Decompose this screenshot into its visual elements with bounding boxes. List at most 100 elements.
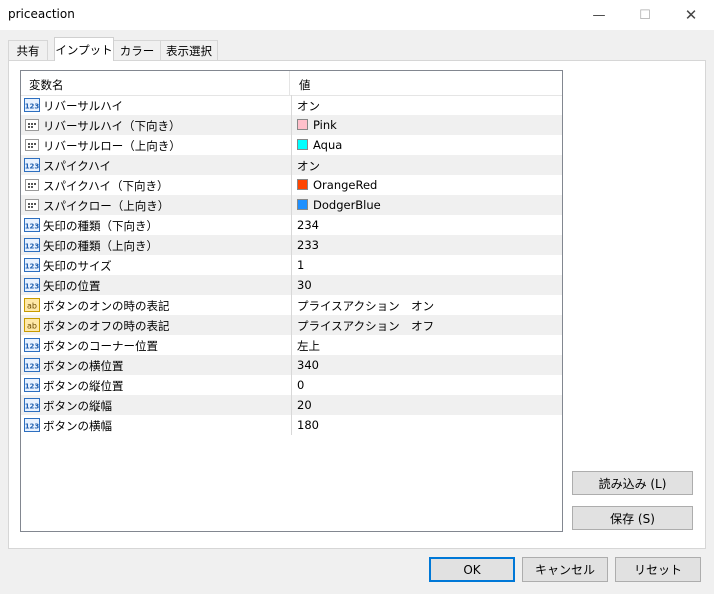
svg-text:123: 123 xyxy=(25,403,40,411)
value-cell[interactable]: DodgerBlue xyxy=(291,195,562,215)
svg-text:123: 123 xyxy=(25,283,40,291)
minimize-icon[interactable]: — xyxy=(576,0,622,30)
tab-inputs[interactable]: インプット xyxy=(54,37,114,61)
svg-text:123: 123 xyxy=(25,243,40,251)
table-row[interactable]: ab ボタンのオンの時の表記 プライスアクション オン xyxy=(21,295,562,315)
table-row[interactable]: スパイクロー（上向き） DodgerBlue xyxy=(21,195,562,215)
variable-name: ボタンのコーナー位置 xyxy=(43,339,158,353)
tab-colors[interactable]: カラー xyxy=(113,40,161,60)
value-cell[interactable]: OrangeRed xyxy=(291,175,562,195)
table-row[interactable]: リバーサルハイ（下向き） Pink xyxy=(21,115,562,135)
value-text: オン xyxy=(297,159,320,173)
save-button[interactable]: 保存 (S) xyxy=(572,506,693,530)
value-text: DodgerBlue xyxy=(313,198,381,212)
value-cell[interactable]: 340 xyxy=(291,355,562,375)
reset-button[interactable]: リセット xyxy=(615,557,701,582)
variable-name: 矢印の種類（下向き） xyxy=(43,219,158,233)
variable-name: リバーサルハイ（下向き） xyxy=(43,119,181,133)
svg-text:123: 123 xyxy=(25,263,40,271)
table-row[interactable]: リバーサルロー（上向き） Aqua xyxy=(21,135,562,155)
svg-text:123: 123 xyxy=(25,383,40,391)
value-text: 233 xyxy=(297,238,319,252)
header-variable-name[interactable]: 変数名 xyxy=(29,77,64,93)
value-cell[interactable]: Pink xyxy=(291,115,562,135)
maximize-icon[interactable]: ☐ xyxy=(622,0,668,30)
variable-name: スパイクハイ xyxy=(43,159,111,173)
svg-text:123: 123 xyxy=(25,163,40,171)
value-cell[interactable]: 1 xyxy=(291,255,562,275)
table-row[interactable]: ab ボタンのオフの時の表記 プライスアクション オフ xyxy=(21,315,562,335)
value-text: 234 xyxy=(297,218,319,232)
variable-name: 矢印の種類（上向き） xyxy=(43,239,158,253)
variable-name: ボタンのオフの時の表記 xyxy=(43,319,170,333)
table-row[interactable]: スパイクハイ（下向き） OrangeRed xyxy=(21,175,562,195)
value-cell[interactable]: プライスアクション オフ xyxy=(291,315,562,335)
value-cell[interactable]: オン xyxy=(291,155,562,175)
window-title: priceaction xyxy=(8,7,75,21)
table-row[interactable]: 123 ボタンのコーナー位置 左上 xyxy=(21,335,562,355)
table-row[interactable]: 123 矢印の位置 30 xyxy=(21,275,562,295)
load-button[interactable]: 読み込み (L) xyxy=(572,471,693,495)
grid-header: 変数名 値 xyxy=(21,71,562,96)
svg-text:123: 123 xyxy=(25,423,40,431)
value-cell[interactable]: 233 xyxy=(291,235,562,255)
color-swatch xyxy=(297,139,308,150)
value-text: 30 xyxy=(297,278,312,292)
variable-name: ボタンの横位置 xyxy=(43,359,124,373)
value-text: Pink xyxy=(313,118,337,132)
tab-shared[interactable]: 共有 xyxy=(8,40,48,60)
value-text: 340 xyxy=(297,358,319,372)
svg-text:123: 123 xyxy=(25,103,40,111)
variable-name: リバーサルロー（上向き） xyxy=(43,139,181,153)
value-text: 左上 xyxy=(297,339,320,353)
value-text: 0 xyxy=(297,378,305,392)
value-text: プライスアクション オフ xyxy=(297,319,435,333)
variable-name: ボタンの縦位置 xyxy=(43,379,124,393)
header-value[interactable]: 値 xyxy=(299,77,311,93)
table-row[interactable]: 123 リバーサルハイ オン xyxy=(21,95,562,115)
color-swatch xyxy=(297,199,308,210)
variable-name: リバーサルハイ xyxy=(43,99,124,113)
value-cell[interactable]: 20 xyxy=(291,395,562,415)
table-row[interactable]: 123 スパイクハイ オン xyxy=(21,155,562,175)
variable-name: 矢印のサイズ xyxy=(43,259,112,273)
variable-name: ボタンの縦幅 xyxy=(43,399,112,413)
header-divider[interactable] xyxy=(289,71,290,95)
close-icon[interactable]: ✕ xyxy=(668,0,714,30)
svg-text:123: 123 xyxy=(25,223,40,231)
table-row[interactable]: 123 矢印の種類（下向き） 234 xyxy=(21,215,562,235)
table-row[interactable]: 123 ボタンの横幅 180 xyxy=(21,415,562,435)
value-cell[interactable]: 0 xyxy=(291,375,562,395)
value-cell[interactable]: 左上 xyxy=(291,335,562,355)
value-text: Aqua xyxy=(313,138,343,152)
value-cell[interactable]: 180 xyxy=(291,415,562,435)
ok-button[interactable]: OK xyxy=(429,557,515,582)
tab-visualization[interactable]: 表示選択 xyxy=(160,40,218,60)
variable-name: ボタンのオンの時の表記 xyxy=(43,299,170,313)
variable-name: スパイクロー（上向き） xyxy=(43,199,170,213)
value-cell[interactable]: Aqua xyxy=(291,135,562,155)
value-cell[interactable]: 234 xyxy=(291,215,562,235)
variable-name: 矢印の位置 xyxy=(43,279,101,293)
value-text: 20 xyxy=(297,398,312,412)
svg-text:123: 123 xyxy=(25,363,40,371)
table-row[interactable]: 123 矢印のサイズ 1 xyxy=(21,255,562,275)
value-text: プライスアクション オン xyxy=(297,299,435,313)
grid-rows: 123 リバーサルハイ オン リバーサルハイ（下向き） Pink リバーサルロー（上向き）… xyxy=(21,95,562,435)
table-row[interactable]: 123 ボタンの縦幅 20 xyxy=(21,395,562,415)
value-cell[interactable]: オン xyxy=(291,95,562,115)
svg-text:123: 123 xyxy=(25,343,40,351)
table-row[interactable]: 123 ボタンの横位置 340 xyxy=(21,355,562,375)
variable-name: スパイクハイ（下向き） xyxy=(43,179,169,193)
inputs-grid: 変数名 値 123 リバーサルハイ オン リバーサルハイ（下向き） Pink リバーサルロ… xyxy=(20,70,563,532)
svg-text:ab: ab xyxy=(27,302,37,311)
value-cell[interactable]: 30 xyxy=(291,275,562,295)
value-text: OrangeRed xyxy=(313,178,378,192)
table-row[interactable]: 123 矢印の種類（上向き） 233 xyxy=(21,235,562,255)
cancel-button[interactable]: キャンセル xyxy=(522,557,608,582)
table-row[interactable]: 123 ボタンの縦位置 0 xyxy=(21,375,562,395)
color-swatch xyxy=(297,119,308,130)
value-cell[interactable]: プライスアクション オン xyxy=(291,295,562,315)
value-text: 180 xyxy=(297,418,319,432)
value-text: 1 xyxy=(297,258,305,272)
